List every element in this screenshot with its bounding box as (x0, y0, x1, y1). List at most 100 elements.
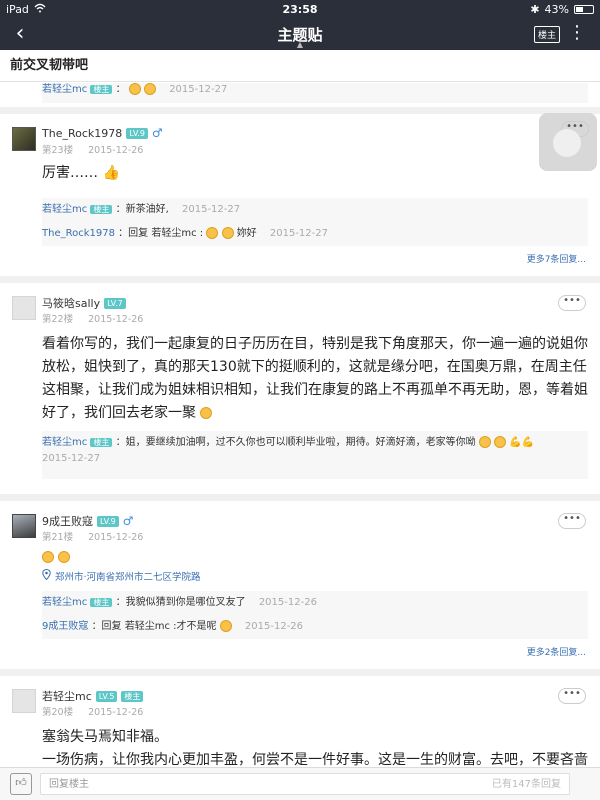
level-badge: LV.7 (104, 297, 126, 309)
avatar[interactable] (12, 689, 36, 713)
emoji-icon (144, 83, 156, 95)
reply-text: ： (115, 84, 126, 95)
reply-count: 已有147条回复 (491, 779, 561, 790)
location-tag[interactable]: 郑州市·河南省郑州市二七区学院路 (42, 568, 201, 583)
emoji-icon (58, 551, 71, 563)
bottom-reply-bar: 👍︎ 回复楼主 已有147条回复 (0, 767, 600, 800)
post-more-button[interactable]: ••• (558, 295, 586, 311)
floating-panel[interactable]: ••• (539, 113, 597, 171)
emoji-icon (200, 407, 213, 419)
post-body: 塞翁失马焉知非福。 一场伤病，让你我内心更加丰盈，何尝不是一件好事。这是一生的财… (42, 726, 588, 768)
post-body: 厉害…… 👍 (42, 162, 588, 182)
post-list: 若轻尘mc 楼主 ： 2015-12-27 The_Rock1978 LV.9 … (0, 83, 600, 768)
bluetooth-icon: ✱ (530, 2, 540, 16)
post-time: 2015-12-26 (88, 532, 144, 543)
owner-badge: 楼主 (90, 438, 113, 447)
post-author[interactable]: 马筱晗sally (42, 295, 100, 311)
post-floor-20: 若轻尘mc LV.5 楼主 第20楼 2015-12-26 ••• 塞翁失马焉知… (0, 676, 600, 768)
like-icon[interactable]: 👍︎ (10, 773, 32, 795)
status-bar: iPad 23:58 ✱ 43% (0, 0, 600, 18)
level-badge: LV.9 (97, 515, 119, 527)
assistive-touch-icon[interactable] (553, 129, 581, 157)
reply-author[interactable]: 若轻尘mc (42, 437, 87, 448)
reply-item[interactable]: 若轻尘mc 楼主 ：姐，要继续加油啊，过不久你也可以顺利毕业啦，期待。好滴好滴，… (42, 431, 588, 479)
reply-item[interactable]: The_Rock1978 ：回复 若轻尘mc : 妳好 2015-12-27 (42, 222, 588, 246)
reply-input[interactable]: 回复楼主 已有147条回复 (40, 773, 570, 795)
post-body (42, 549, 588, 565)
reply-time: 2015-12-27 (42, 453, 101, 464)
reply-time: 2015-12-26 (258, 597, 317, 608)
more-icon[interactable]: ⋮ (568, 22, 586, 44)
reply-time: 2015-12-27 (182, 204, 241, 215)
reply-author[interactable]: 若轻尘mc (42, 84, 87, 95)
top-nav-bar: ‹ 主题贴 ▲ 楼主 ⋮ (0, 18, 600, 50)
floor-number: 第23楼 (42, 145, 74, 156)
reply-text: ：新茶油好, (115, 204, 169, 215)
only-owner-button[interactable]: 楼主 (533, 26, 560, 43)
post-time: 2015-12-26 (88, 707, 144, 718)
post-author[interactable]: 若轻尘mc (42, 688, 92, 704)
level-badge: LV.5 (95, 690, 118, 702)
reply-author[interactable]: 若轻尘mc (42, 204, 87, 215)
reply-text: ：回复 若轻尘mc :才不是呢 (91, 621, 217, 632)
post-body-text: 厉害…… (42, 165, 98, 181)
chevron-down-icon[interactable]: ▲ (0, 40, 600, 49)
reply-placeholder: 回复楼主 (49, 779, 89, 790)
post-partial: 若轻尘mc 楼主 ： 2015-12-27 (0, 83, 600, 114)
reply-text-tail: 妳好 (236, 228, 257, 239)
emoji-icon (221, 227, 234, 239)
emoji-icon (42, 551, 54, 563)
reply-item[interactable]: 若轻尘mc 楼主 ： 2015-12-27 (42, 83, 588, 103)
reply-time: 2015-12-26 (244, 621, 304, 632)
post-floor-22: 马筱晗sally LV.7 第22楼 2015-12-26 ••• 看着你写的，… (0, 283, 600, 501)
level-badge: LV.9 (126, 127, 148, 139)
post-body-text: 看着你写的，我们一起康复的日子历历在目，特别是我下角度那天，你一遍一遍的说姐你放… (42, 336, 588, 421)
forum-name[interactable]: 前交叉韧带吧 (0, 50, 600, 82)
post-more-button[interactable]: ••• (558, 513, 586, 529)
floor-number: 第22楼 (42, 314, 74, 325)
reply-text: ：我貌似猜到你是哪位叉友了 (115, 597, 246, 608)
carrier-label: iPad (6, 2, 29, 16)
reply-author[interactable]: 9成王败寇 (42, 621, 88, 632)
reply-item[interactable]: 9成王败寇 ：回复 若轻尘mc :才不是呢 2015-12-26 (42, 615, 588, 639)
battery-icon (574, 4, 594, 14)
reply-author[interactable]: 若轻尘mc (42, 597, 87, 608)
owner-badge: 楼主 (90, 598, 113, 607)
post-body-line: 一场伤病，让你我内心更加丰盈，何尝不是一件好事。这是一生的财富。去吧，不要吝啬自… (42, 752, 588, 768)
floor-number: 第21楼 (42, 532, 74, 543)
post-body-line: 塞翁失马焉知非福。 (42, 729, 168, 745)
emoji-icon (494, 436, 506, 448)
male-icon: ♂ (122, 514, 134, 528)
owner-badge: 楼主 (90, 85, 113, 94)
male-icon: ♂ (151, 126, 163, 140)
status-time: 23:58 (282, 2, 318, 16)
wifi-icon (34, 3, 46, 16)
reply-item[interactable]: 若轻尘mc 楼主 ：我貌似猜到你是哪位叉友了 2015-12-26 (42, 591, 588, 615)
location-pin-icon (42, 568, 51, 583)
reply-item[interactable]: 若轻尘mc 楼主 ：新茶油好, 2015-12-27 (42, 198, 588, 222)
emoji-icon (206, 227, 219, 239)
owner-badge: 楼主 (90, 205, 113, 214)
post-floor-21: 9成王败寇 LV.9 ♂ 第21楼 2015-12-26 ••• 郑州市·河南省… (0, 501, 600, 676)
post-time: 2015-12-26 (88, 314, 144, 325)
reply-time: 2015-12-27 (169, 84, 228, 95)
post-more-button[interactable]: ••• (558, 688, 586, 704)
emoji-icon (478, 436, 491, 448)
avatar[interactable] (12, 127, 36, 151)
reply-text: ：姐，要继续加油啊，过不久你也可以顺利毕业啦，期待。好滴好滴，老家等你呦 (115, 437, 476, 448)
avatar[interactable] (12, 296, 36, 320)
post-author[interactable]: The_Rock1978 (42, 127, 122, 140)
battery-label: 43% (544, 2, 569, 16)
location-text: 郑州市·河南省郑州市二七区学院路 (55, 572, 201, 583)
reply-time: 2015-12-27 (269, 228, 328, 239)
post-author[interactable]: 9成王败寇 (42, 513, 93, 529)
reply-text: ：回复 若轻尘mc : (118, 228, 204, 239)
post-time: 2015-12-26 (88, 145, 144, 156)
emoji-icon (128, 83, 141, 95)
emoji-icon (219, 620, 232, 632)
avatar[interactable] (12, 514, 36, 538)
reply-author[interactable]: The_Rock1978 (42, 228, 115, 239)
more-replies-link[interactable]: 更多2条回复... (527, 645, 586, 658)
owner-badge: 楼主 (121, 690, 144, 702)
more-replies-link[interactable]: 更多7条回复... (527, 252, 586, 265)
